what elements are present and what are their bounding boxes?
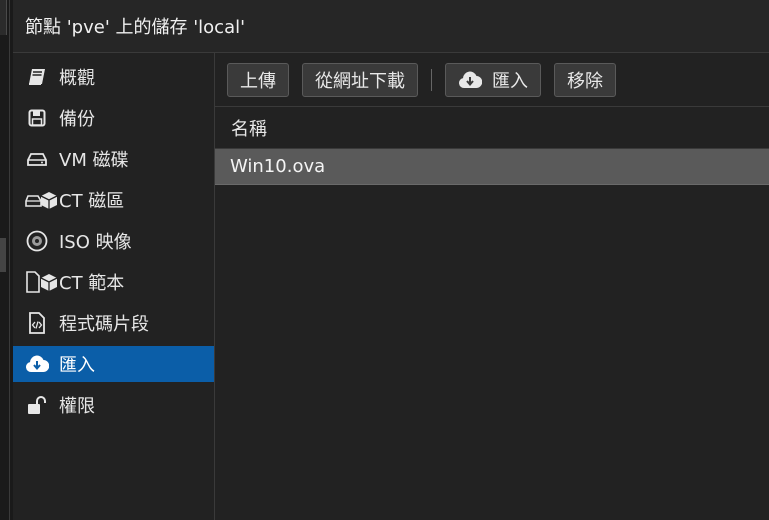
sidebar-item-backups[interactable]: 備份 <box>13 100 214 136</box>
remove-button[interactable]: 移除 <box>554 62 616 97</box>
sidebar-item-summary[interactable]: 概觀 <box>13 59 214 95</box>
background-fragment <box>0 238 6 272</box>
sidebar-item-label: ISO 映像 <box>59 232 132 253</box>
sidebar-item-label: 程式碼片段 <box>59 314 149 335</box>
import-button-label: 匯入 <box>492 70 528 91</box>
divider <box>9 0 10 520</box>
sidebar-item-label: 匯入 <box>59 355 95 376</box>
upload-button[interactable]: 上傳 <box>227 62 289 97</box>
window-title: 節點 'pve' 上的儲存 'local' <box>25 17 246 38</box>
toolbar-separator <box>431 68 432 91</box>
sidebar-item-label: 權限 <box>59 396 95 417</box>
file-name-cell: Win10.ova <box>230 156 326 177</box>
sidebar-item-iso-images[interactable]: ISO 映像 <box>13 223 214 259</box>
unlock-icon <box>25 393 49 417</box>
sidebar-item-label: 概觀 <box>59 68 95 89</box>
book-icon <box>25 65 49 89</box>
hdd-cube-icon <box>25 188 59 212</box>
column-header-label: 名稱 <box>231 118 267 140</box>
main-panel: 上傳 從網址下載 匯入 移除 名稱 Win10.ova <box>215 53 769 520</box>
sidebar-item-ct-templates[interactable]: CT 範本 <box>13 264 214 300</box>
window-title-bar: 節點 'pve' 上的儲存 'local' <box>13 0 769 53</box>
remove-button-label: 移除 <box>567 70 603 91</box>
sidebar-item-import[interactable]: 匯入 <box>13 346 214 382</box>
cloud-download-icon <box>458 71 482 89</box>
sidebar-item-label: CT 範本 <box>59 273 125 294</box>
sidebar-item-label: VM 磁碟 <box>59 150 129 171</box>
sidebar-item-snippets[interactable]: 程式碼片段 <box>13 305 214 341</box>
sidebar-item-label: 備份 <box>59 109 95 130</box>
toolbar: 上傳 從網址下載 匯入 移除 <box>215 53 769 107</box>
cloud-download-icon <box>25 352 49 376</box>
sidebar-item-ct-volumes[interactable]: CT 磁區 <box>13 182 214 218</box>
import-button[interactable]: 匯入 <box>445 62 541 97</box>
download-from-url-button-label: 從網址下載 <box>315 70 405 91</box>
background-fragment <box>0 0 7 35</box>
disc-icon <box>25 229 49 253</box>
sidebar-item-permissions[interactable]: 權限 <box>13 387 214 423</box>
sidebar-item-label: CT 磁區 <box>59 191 125 212</box>
file-cube-icon <box>25 270 59 294</box>
hdd-icon <box>25 147 49 171</box>
sidebar-item-vm-disks[interactable]: VM 磁碟 <box>13 141 214 177</box>
sidebar: 概觀 備份 VM 磁碟 CT 磁區 ISO 映像 CT 範本 程式碼片段 匯入 … <box>13 53 215 520</box>
file-code-icon <box>25 311 49 335</box>
column-header-name[interactable]: 名稱 <box>215 107 769 149</box>
download-from-url-button[interactable]: 從網址下載 <box>302 62 418 97</box>
background-window-edge <box>0 0 13 520</box>
table-row[interactable]: Win10.ova <box>215 149 769 185</box>
floppy-icon <box>25 106 49 130</box>
upload-button-label: 上傳 <box>240 70 276 91</box>
